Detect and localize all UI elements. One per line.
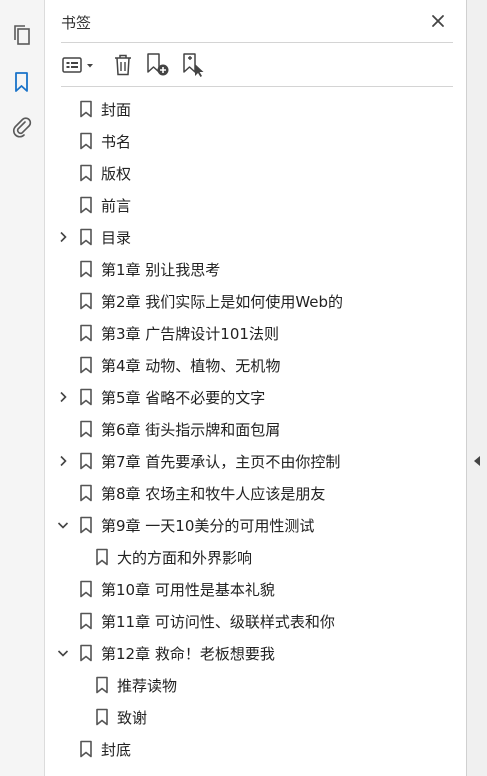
bookmark-label: 第12章 救命！老板想要我 xyxy=(101,645,275,663)
bookmark-label: 版权 xyxy=(101,165,132,183)
bookmark-row[interactable]: 书名 xyxy=(45,125,466,157)
bookmark-icon[interactable] xyxy=(8,68,36,96)
bookmark-icon xyxy=(79,644,93,662)
bookmark-label: 第3章 广告牌设计101法则 xyxy=(101,325,279,343)
bookmark-toolbar xyxy=(61,43,453,87)
bookmark-label: 第11章 可访问性、级联样式表和你 xyxy=(101,613,335,631)
bookmark-row[interactable]: 推荐读物 xyxy=(45,669,466,701)
bookmark-tree: 封面书名版权前言目录第1章 别让我思考第2章 我们实际上是如何使用Web的 第3章… xyxy=(45,93,466,765)
bookmark-label: 封底 xyxy=(101,741,132,759)
bookmark-row[interactable]: 封底 xyxy=(45,733,466,765)
bookmark-label: 第9章 一天10美分的可用性测试 xyxy=(101,517,315,535)
bookmark-icon xyxy=(79,260,93,278)
bookmark-icon xyxy=(79,196,93,214)
panel-header: 书签 xyxy=(61,10,453,43)
bookmark-row[interactable]: 第10章 可用性是基本礼貌 xyxy=(45,573,466,605)
new-bookmark-icon[interactable] xyxy=(145,52,171,78)
chevron-right-icon[interactable] xyxy=(55,229,71,245)
bookmark-label: 第5章 省略不必要的文字 xyxy=(101,389,266,407)
bookmark-row[interactable]: 封面 xyxy=(45,93,466,125)
bookmark-label: 目录 xyxy=(101,229,132,247)
bookmarks-panel: 书签 封面 书名 版权 前言 目录 第1章 别让我思考 第2章 我们实际上是如何… xyxy=(45,0,466,776)
bookmark-row[interactable]: 第5章 省略不必要的文字 xyxy=(45,381,466,413)
bookmark-label: 大的方面和外界影响 xyxy=(117,549,253,567)
bookmark-label: 第10章 可用性是基本礼貌 xyxy=(101,581,275,599)
chevron-right-icon[interactable] xyxy=(55,453,71,469)
bookmark-label: 封面 xyxy=(101,101,132,119)
bookmark-icon xyxy=(95,548,109,566)
delete-icon[interactable] xyxy=(111,52,135,78)
bookmark-row[interactable]: 第8章 农场主和牧牛人应该是朋友 xyxy=(45,477,466,509)
bookmark-label: 第7章 首先要承认，主页不由你控制 xyxy=(101,453,341,471)
bookmark-label: 前言 xyxy=(101,197,132,215)
bookmark-label: 第4章 动物、植物、无机物 xyxy=(101,357,281,375)
bookmark-row[interactable]: 第9章 一天10美分的可用性测试 xyxy=(45,509,466,541)
bookmark-icon xyxy=(79,580,93,598)
bookmark-icon xyxy=(95,708,109,726)
bookmark-row[interactable]: 第11章 可访问性、级联样式表和你 xyxy=(45,605,466,637)
bookmark-icon xyxy=(79,740,93,758)
new-bookmark-from-structure-icon[interactable] xyxy=(181,52,207,78)
chevron-down-icon[interactable] xyxy=(55,645,71,661)
bookmark-icon xyxy=(79,452,93,470)
bookmark-row[interactable]: 第4章 动物、植物、无机物 xyxy=(45,349,466,381)
bookmark-icon xyxy=(79,420,93,438)
bookmark-label: 第8章 农场主和牧牛人应该是朋友 xyxy=(101,485,326,503)
bookmark-label: 第1章 别让我思考 xyxy=(101,261,221,279)
bookmark-icon xyxy=(79,100,93,118)
bookmark-row[interactable]: 前言 xyxy=(45,189,466,221)
bookmark-icon xyxy=(79,324,93,342)
close-icon[interactable] xyxy=(427,10,449,32)
bookmark-label: 第2章 我们实际上是如何使用Web的 xyxy=(101,293,344,311)
bookmark-icon xyxy=(79,612,93,630)
bookmark-row[interactable]: 第1章 别让我思考 xyxy=(45,253,466,285)
bookmark-row[interactable]: 第7章 首先要承认，主页不由你控制 xyxy=(45,445,466,477)
bookmark-icon xyxy=(95,676,109,694)
bookmark-label: 致谢 xyxy=(117,709,148,727)
bookmark-row[interactable]: 版权 xyxy=(45,157,466,189)
bookmark-row[interactable]: 第12章 救命！老板想要我 xyxy=(45,637,466,669)
bookmark-row[interactable]: 第6章 街头指示牌和面包屑 xyxy=(45,413,466,445)
panel-splitter[interactable] xyxy=(466,0,487,776)
attachment-icon[interactable] xyxy=(8,114,36,142)
bookmark-label: 书名 xyxy=(101,133,132,151)
bookmark-icon xyxy=(79,388,93,406)
bookmark-icon xyxy=(79,356,93,374)
left-nav-rail xyxy=(0,0,45,776)
bookmark-row[interactable]: 大的方面和外界影响 xyxy=(45,541,466,573)
bookmark-icon xyxy=(79,132,93,150)
bookmark-icon xyxy=(79,228,93,246)
bookmark-row[interactable]: 第3章 广告牌设计101法则 xyxy=(45,317,466,349)
bookmark-label: 推荐读物 xyxy=(117,677,178,695)
bookmark-row[interactable]: 第2章 我们实际上是如何使用Web的 xyxy=(45,285,466,317)
bookmark-icon xyxy=(79,164,93,182)
chevron-right-icon[interactable] xyxy=(55,389,71,405)
bookmark-label: 第6章 街头指示牌和面包屑 xyxy=(101,421,281,439)
collapse-arrow-icon[interactable] xyxy=(473,452,481,466)
pages-icon[interactable] xyxy=(8,21,36,49)
bookmark-row[interactable]: 致谢 xyxy=(45,701,466,733)
bookmark-icon xyxy=(79,292,93,310)
bookmark-icon xyxy=(79,516,93,534)
panel-title: 书签 xyxy=(61,14,92,32)
chevron-down-icon[interactable] xyxy=(55,517,71,533)
bookmark-icon xyxy=(79,484,93,502)
options-menu-icon[interactable] xyxy=(61,52,97,78)
bookmark-row[interactable]: 目录 xyxy=(45,221,466,253)
